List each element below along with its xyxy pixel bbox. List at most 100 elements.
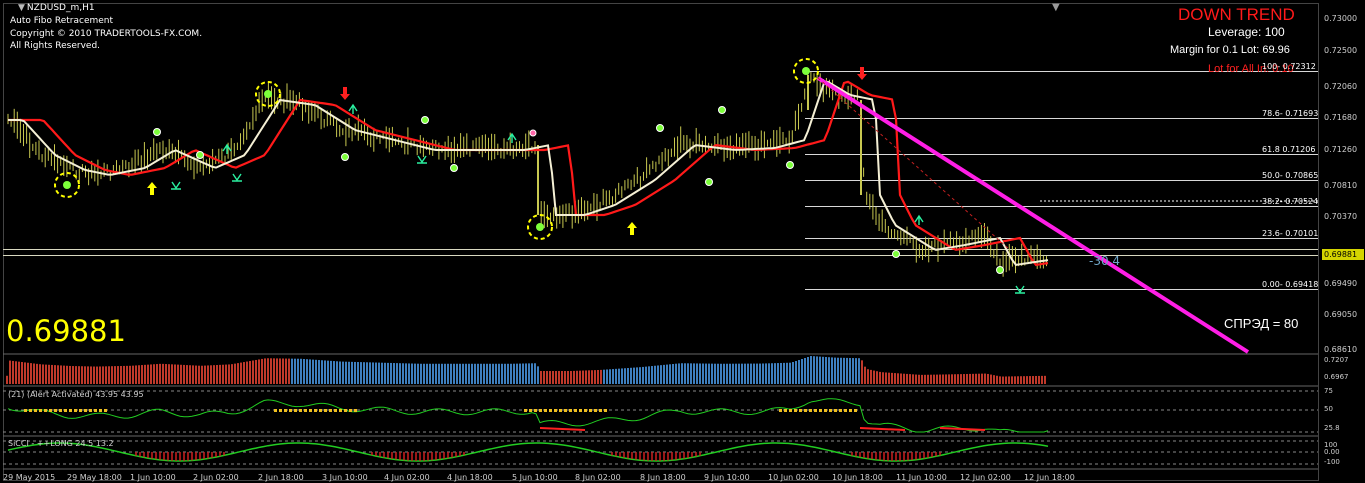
- histogram-bar: [633, 367, 635, 384]
- price-tick: 0.71680: [1324, 113, 1358, 122]
- histogram-bar: [309, 359, 311, 384]
- histogram-bar: [876, 371, 878, 384]
- histogram-bar: [522, 363, 524, 384]
- time-tick: 10 Jun 02:00: [768, 473, 819, 482]
- rsi-dot: [554, 409, 557, 412]
- time-tick: 8 Jun 02:00: [575, 473, 621, 482]
- fibo-level-label: 0.00- 0.69418: [1262, 279, 1319, 289]
- histogram-bar: [465, 363, 467, 384]
- histogram-bar: [168, 364, 170, 384]
- histogram-bar: [438, 363, 440, 384]
- histogram-bar: [501, 363, 503, 384]
- histogram-bar: [48, 364, 50, 384]
- histogram-bar: [672, 364, 674, 384]
- histogram-bar: [687, 363, 689, 384]
- chart-border: [3, 3, 1319, 481]
- histogram-bar: [525, 363, 527, 384]
- rsi-red-segment: [859, 427, 906, 431]
- histogram-bar: [900, 373, 902, 384]
- histogram-bar: [879, 371, 881, 384]
- histogram-bar: [189, 365, 191, 384]
- histogram-bar: [654, 365, 656, 384]
- histogram-bar: [210, 365, 212, 384]
- histogram-bar: [1002, 376, 1004, 384]
- histogram-bar: [897, 373, 899, 384]
- histogram-bar: [954, 374, 956, 384]
- price-chart[interactable]: [0, 0, 1365, 483]
- histogram-bar: [909, 374, 911, 384]
- histogram-bar: [180, 364, 182, 384]
- time-tick: 9 Jun 10:00: [704, 473, 750, 482]
- rsi-dot: [69, 409, 72, 412]
- histogram-bar: [774, 363, 776, 384]
- histogram-bar: [606, 369, 608, 384]
- histogram-bar: [435, 363, 437, 384]
- histogram-bar: [684, 363, 686, 384]
- histogram-bar: [576, 370, 578, 384]
- subwindow-tick: 75: [1324, 387, 1333, 395]
- histogram-bar: [636, 367, 638, 384]
- sell-arrow-icon: [340, 87, 350, 100]
- histogram-bar: [117, 366, 119, 384]
- histogram-bar: [450, 363, 452, 384]
- rsi-dot: [354, 409, 357, 412]
- histogram-bar: [690, 363, 692, 384]
- histogram-bar: [645, 366, 647, 384]
- menu-arrow-icon[interactable]: ▼: [1052, 2, 1060, 13]
- cci-title: SiCCI - ++LONG 24.5 13.2: [8, 439, 114, 448]
- rsi-dot: [74, 409, 77, 412]
- subwindow-tick: -100: [1324, 458, 1340, 466]
- histogram-bar: [201, 365, 203, 384]
- histogram-bar: [294, 358, 296, 384]
- histogram-bar: [87, 366, 89, 384]
- histogram-bar: [156, 364, 158, 384]
- histogram-bar: [801, 359, 803, 384]
- histogram-bar: [102, 366, 104, 384]
- histogram-bar: [981, 373, 983, 384]
- rsi-dot: [294, 409, 297, 412]
- histogram-bar: [651, 366, 653, 384]
- rsi-dot: [569, 409, 572, 412]
- histogram-bar: [546, 371, 548, 384]
- histogram-bar: [867, 369, 869, 384]
- histogram-bar: [432, 363, 434, 384]
- histogram-bar: [552, 371, 554, 384]
- histogram-bar: [24, 362, 26, 384]
- rsi-dot: [589, 409, 592, 412]
- histogram-bar: [960, 374, 962, 384]
- histogram-bar: [198, 365, 200, 384]
- histogram-bar: [330, 360, 332, 384]
- rsi-dot: [604, 409, 607, 412]
- fibo-level-label: 61.8 0.71206: [1262, 144, 1316, 154]
- rsi-dot: [839, 409, 842, 412]
- price-tick: 0.72500: [1324, 46, 1358, 55]
- rsi-dot: [34, 409, 37, 412]
- rsi-dot: [789, 409, 792, 412]
- histogram-bar: [750, 363, 752, 384]
- histogram-bar: [723, 363, 725, 384]
- histogram-bar: [159, 363, 161, 384]
- histogram-bar: [69, 365, 71, 384]
- histogram-bar: [741, 363, 743, 384]
- histogram-bar: [771, 363, 773, 384]
- histogram-bar: [474, 363, 476, 384]
- histogram-bar: [768, 363, 770, 384]
- histogram-bar: [96, 366, 98, 384]
- rsi-dot: [314, 409, 317, 412]
- indicator-name: Auto Fibo Retracement: [10, 16, 114, 26]
- histogram-bar: [738, 363, 740, 384]
- histogram-bar: [477, 363, 479, 384]
- histogram-bar: [966, 373, 968, 384]
- histogram-bar: [693, 363, 695, 384]
- histogram-bar: [594, 370, 596, 384]
- histogram-bar: [234, 363, 236, 384]
- histogram-bar: [231, 364, 233, 384]
- histogram-bar: [321, 360, 323, 384]
- histogram-bar: [711, 363, 713, 384]
- histogram-bar: [786, 362, 788, 384]
- histogram: [6, 356, 1046, 384]
- histogram-bar: [390, 362, 392, 384]
- histogram-bar: [459, 363, 461, 384]
- rsi-dot: [844, 409, 847, 412]
- chart-window[interactable]: ▼ NZDUSD_m,H1 Auto Fibo Retracement Copyr…: [0, 0, 1365, 483]
